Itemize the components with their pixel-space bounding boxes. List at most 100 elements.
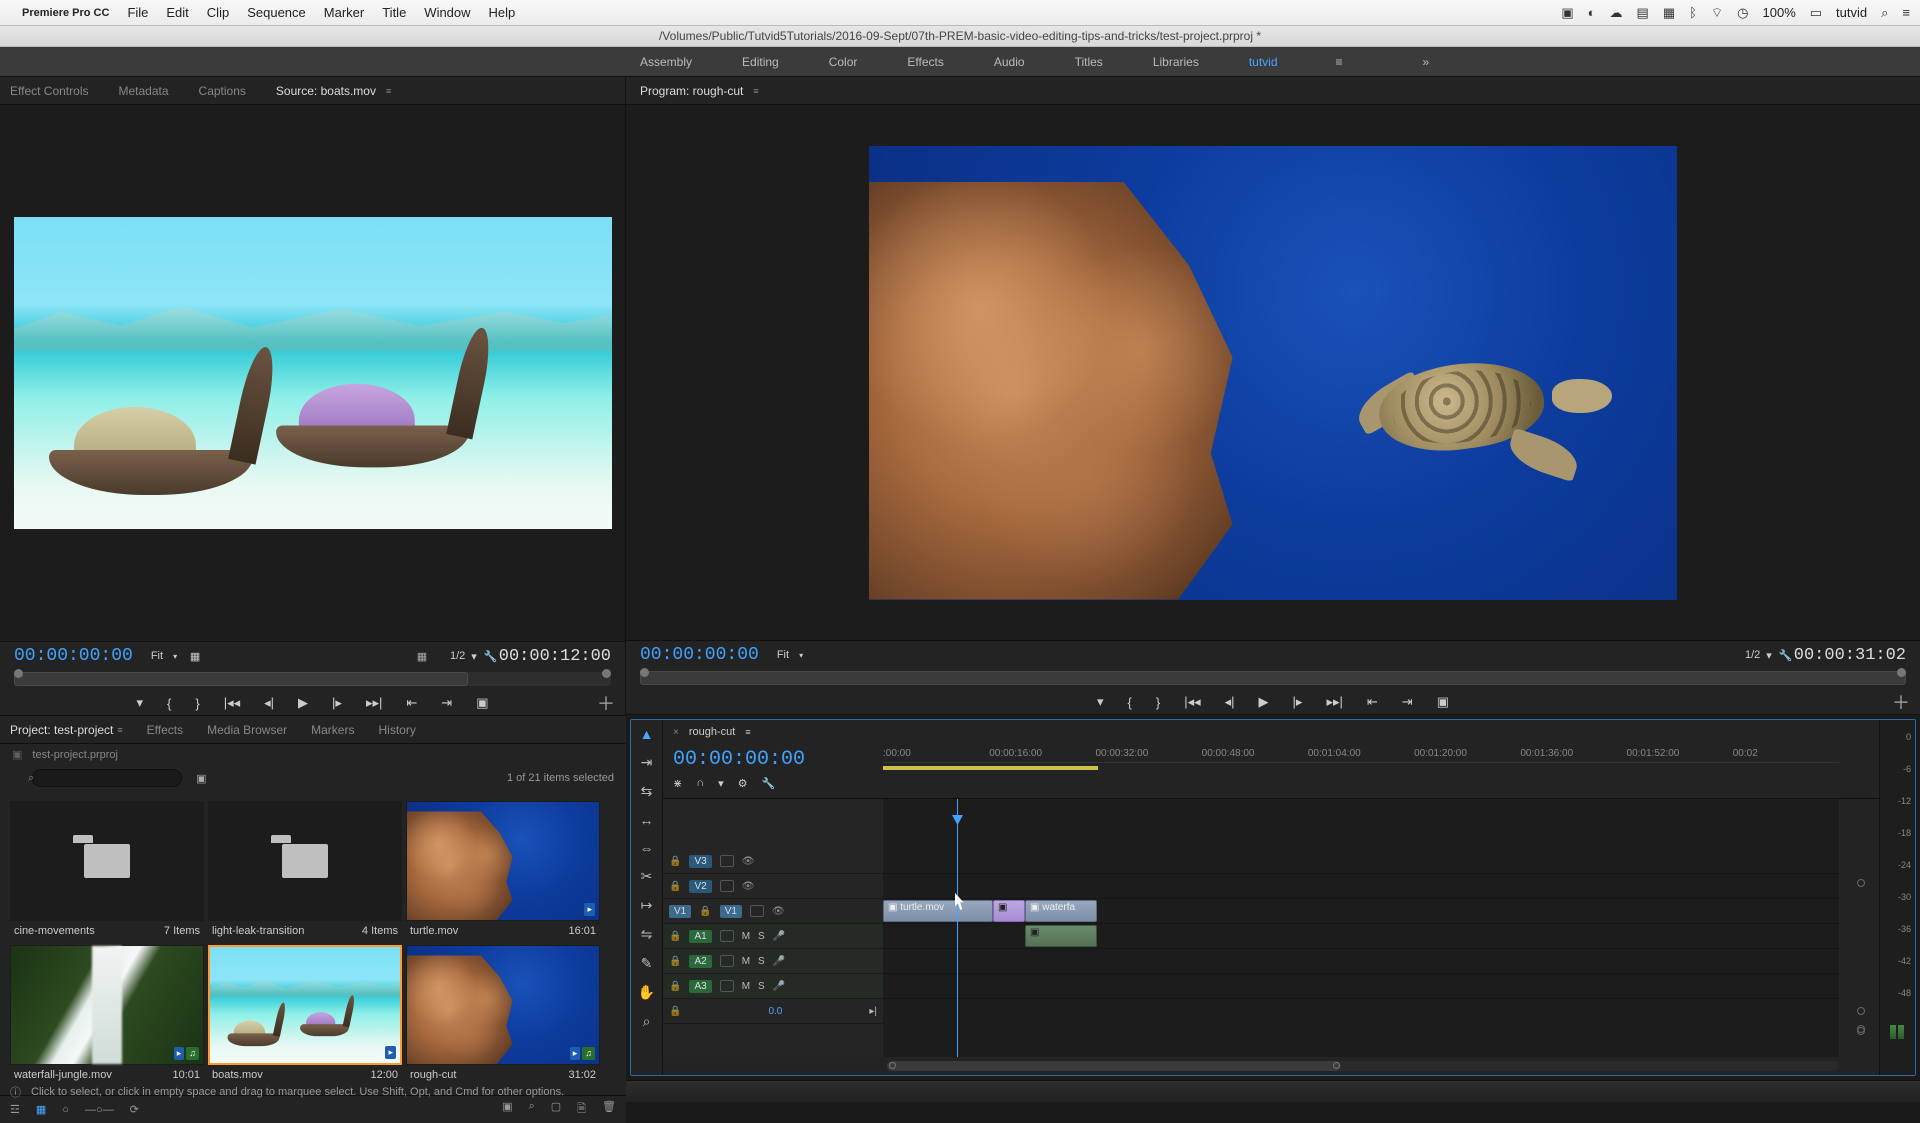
track-header-a3[interactable]: 🔒A3MS🎤 — [663, 974, 883, 999]
screen-record-icon[interactable]: ▣ — [1561, 5, 1573, 21]
lock-icon[interactable]: 🔒 — [669, 956, 681, 967]
solo-icon[interactable]: S — [758, 981, 765, 992]
project-search-input[interactable] — [32, 769, 182, 787]
app-name[interactable]: Premiere Pro CC — [22, 7, 109, 19]
ws-color[interactable]: Color — [829, 55, 858, 69]
timeline-vscroll[interactable] — [1845, 879, 1875, 1035]
menu-sequence[interactable]: Sequence — [247, 5, 306, 20]
lock-icon[interactable]: 🔒 — [669, 981, 681, 992]
track-header-v1[interactable]: V1🔒V1👁 — [663, 899, 883, 924]
program-scrubber[interactable] — [640, 671, 1906, 685]
menu-marker[interactable]: Marker — [324, 5, 364, 20]
ws-overflow-icon[interactable]: » — [1423, 55, 1430, 69]
bin-item[interactable]: ▸♫ waterfall-jungle.mov10:01 — [10, 945, 204, 1085]
linked-selection-icon[interactable]: ∩ — [696, 777, 704, 790]
snap-icon[interactable]: ⋇ — [673, 777, 682, 790]
sync-lock-icon[interactable] — [720, 880, 734, 892]
wrench-icon[interactable]: 🔧 — [483, 648, 499, 664]
timeline-clip[interactable]: ▣ waterfa — [1025, 900, 1097, 922]
rate-stretch-tool-icon[interactable]: ⇔ — [640, 840, 654, 856]
ws-audio[interactable]: Audio — [994, 55, 1025, 69]
ws-assembly[interactable]: Assembly — [640, 55, 692, 69]
ws-titles[interactable]: Titles — [1075, 55, 1103, 69]
ripple-tool-icon[interactable]: ⇆ — [641, 783, 653, 800]
sync-icon[interactable]: ◐ — [1588, 5, 1596, 20]
lock-icon[interactable]: 🔒 — [669, 1006, 681, 1017]
play-icon[interactable]: ▶ — [1259, 694, 1269, 710]
go-to-in-icon[interactable]: |◂◂ — [224, 695, 240, 711]
timeline-clip[interactable]: ▣ turtle.mov — [883, 900, 993, 922]
go-to-in-icon[interactable]: |◂◂ — [1184, 694, 1200, 710]
track-label[interactable]: V2 — [689, 880, 711, 893]
lock-icon[interactable]: 🔒 — [669, 931, 681, 942]
eye-icon[interactable]: 👁 — [742, 881, 755, 892]
timeline-transition[interactable]: ▣ — [993, 900, 1025, 922]
sync-lock-icon[interactable] — [750, 905, 764, 917]
bin-item[interactable]: light-leak-transition4 Items — [208, 801, 402, 941]
go-to-out-icon[interactable]: ▸▸| — [366, 695, 382, 711]
timeline-playhead[interactable] — [957, 799, 958, 1057]
battery-icon[interactable]: ▭ — [1810, 5, 1822, 21]
eye-icon[interactable]: 👁 — [772, 906, 785, 917]
program-monitor[interactable] — [626, 105, 1920, 640]
battery-percent[interactable]: 100% — [1763, 5, 1796, 20]
grid-icon[interactable]: ▦ — [1663, 5, 1675, 21]
lock-icon[interactable]: 🔒 — [669, 881, 681, 892]
tab-effects[interactable]: Effects — [147, 723, 183, 737]
source-zoom-fit[interactable]: Fit — [151, 650, 163, 662]
bin-item[interactable]: ▸ turtle.mov16:01 — [406, 801, 600, 941]
selection-tool-icon[interactable]: ▲ — [640, 726, 654, 742]
tab-metadata[interactable]: Metadata — [118, 84, 168, 98]
ws-effects[interactable]: Effects — [907, 55, 943, 69]
lift-icon[interactable]: ⇤ — [1367, 694, 1378, 710]
trash-icon[interactable]: 🗑 — [602, 1100, 616, 1119]
timeline-audio-clip[interactable]: ▣ — [1025, 925, 1097, 947]
button-editor-icon[interactable]: ＋ — [597, 690, 615, 716]
timeline-menu-icon[interactable]: ≡ — [745, 727, 750, 737]
find-icon[interactable]: ⌕ — [529, 1100, 535, 1119]
timeline-lanes[interactable]: ▣ turtle.mov ▣ ▣ waterfa ▣ — [883, 799, 1839, 1057]
pen-tool-icon[interactable]: ✎ — [641, 955, 653, 972]
mute-icon[interactable]: M — [742, 931, 750, 942]
ws-tutvid[interactable]: tutvid — [1249, 55, 1278, 69]
new-bin-icon[interactable]: ▢ — [551, 1100, 561, 1119]
freeform-view-icon[interactable]: ○ — [62, 1104, 69, 1116]
source-tc-in[interactable]: 00:00:00:00 — [14, 646, 133, 666]
close-sequence-icon[interactable]: × — [673, 727, 679, 738]
track-label[interactable]: A2 — [689, 955, 711, 968]
bluetooth-icon[interactable]: ᛒ — [1689, 5, 1697, 20]
program-zoom-fit[interactable]: Fit — [777, 649, 789, 661]
track-select-tool-icon[interactable]: ⇥ — [641, 754, 653, 771]
track-header-v3[interactable]: 🔒V3👁 — [663, 849, 883, 874]
menu-title[interactable]: Title — [382, 5, 406, 20]
track-header-a2[interactable]: 🔒A2MS🎤 — [663, 949, 883, 974]
extract-icon[interactable]: ⇥ — [1402, 694, 1413, 710]
sync-lock-icon[interactable] — [720, 930, 734, 942]
go-to-out-icon[interactable]: ▸▸| — [1326, 694, 1342, 710]
overwrite-icon[interactable]: ⇥ — [441, 695, 452, 711]
timemachine-icon[interactable]: ◷ — [1737, 5, 1748, 21]
sort-icon[interactable]: ⟳ — [130, 1103, 139, 1116]
export-frame-icon[interactable]: ▣ — [1437, 694, 1449, 710]
grid-toggle-icon[interactable]: ▦ — [414, 648, 430, 664]
wrench-icon[interactable]: 🔧 — [1778, 647, 1794, 663]
slip-tool-icon[interactable]: ↦ — [641, 897, 653, 914]
bin-item[interactable]: cine-movements7 Items — [10, 801, 204, 941]
chevron-down-icon[interactable]: ▾ — [799, 651, 803, 660]
timeline-hscroll[interactable] — [887, 1061, 1839, 1071]
zoom-tool-icon[interactable]: ⌕ — [643, 1013, 651, 1030]
timeline-sequence-name[interactable]: rough-cut — [689, 726, 735, 738]
program-tc-in[interactable]: 00:00:00:00 — [640, 645, 759, 665]
menu-clip[interactable]: Clip — [207, 5, 229, 20]
chevron-down-icon[interactable]: ▾ — [471, 650, 477, 663]
source-tab-menu-icon[interactable]: ≡ — [386, 86, 391, 96]
sync-lock-icon[interactable] — [720, 855, 734, 867]
mark-in-icon[interactable]: { — [167, 696, 171, 711]
button-editor-icon[interactable]: ＋ — [1892, 689, 1910, 715]
add-marker-icon[interactable]: ▾ — [136, 695, 143, 711]
lock-icon[interactable]: 🔒 — [699, 906, 711, 917]
export-frame-icon[interactable]: ▣ — [476, 695, 488, 711]
track-label[interactable]: V1 — [720, 905, 742, 918]
eye-icon[interactable]: 👁 — [742, 856, 755, 867]
voice-icon[interactable]: 🎤 — [773, 956, 785, 967]
